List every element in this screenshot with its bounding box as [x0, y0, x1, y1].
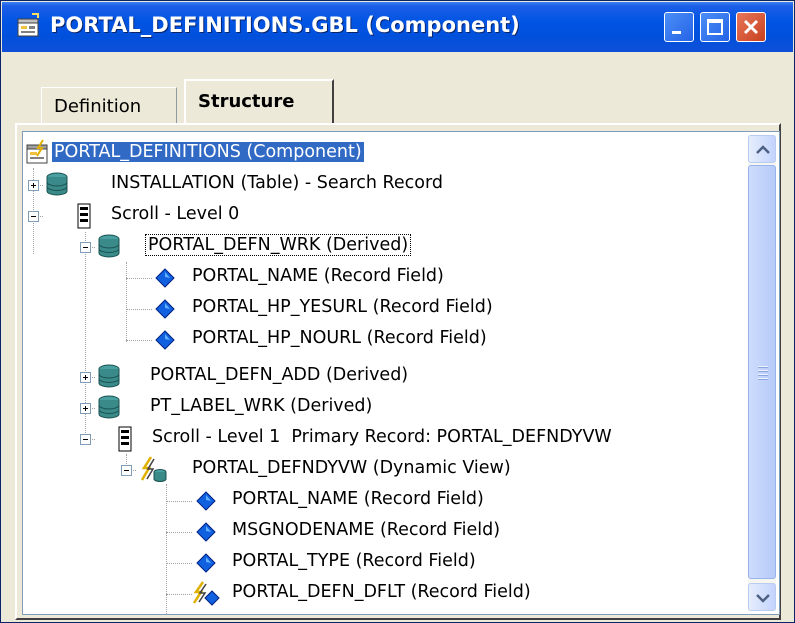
tree-item-label: INSTALLATION (Table) - Search Record: [111, 173, 443, 193]
tree-item-record-field[interactable]: PORTAL_HP_YESURL (Record Field): [23, 294, 563, 324]
derived-record-icon: [98, 364, 120, 388]
tab-definition[interactable]: Definition: [41, 87, 177, 123]
record-field-icon: [155, 268, 175, 288]
scroll-down-button[interactable]: [748, 583, 776, 611]
component-structure-tree[interactable]: PORTAL_DEFINITIONS (Component) INSTALLAT…: [22, 131, 780, 615]
record-field-icon: [196, 522, 216, 542]
tree-item-label: PORTAL_DEFN_WRK (Derived): [144, 234, 412, 256]
window-title: PORTAL_DEFINITIONS.GBL (Component): [50, 13, 520, 37]
tree-item-label: PORTAL_TYPE (Record Field): [232, 551, 476, 571]
tree-item-default-field[interactable]: PORTAL_DEFN_DFLT (Record Field): [23, 579, 603, 609]
collapse-toggle[interactable]: [80, 434, 91, 445]
tree-item-record-field[interactable]: PORTAL_TYPE (Record Field): [23, 548, 583, 578]
close-icon: [743, 19, 759, 35]
tree-item-record-field[interactable]: MSGNODENAME (Record Field): [23, 517, 583, 547]
tree-item-installation[interactable]: INSTALLATION (Table) - Search Record: [23, 170, 523, 200]
tab-structure[interactable]: Structure: [184, 79, 334, 125]
tree-item-label: Scroll - Level 0: [111, 204, 240, 224]
tree-item-label: PORTAL_NAME (Record Field): [232, 489, 484, 509]
tree-item-record-field[interactable]: PORTAL_NAME (Record Field): [23, 263, 523, 293]
tree-item-label: MSGNODENAME (Record Field): [232, 520, 501, 540]
tab-strip: Definition Structure: [1, 53, 794, 125]
record-field-icon: [155, 299, 175, 319]
tree-item-label: PORTAL_DEFN_DFLT (Record Field): [232, 582, 531, 602]
collapse-toggle[interactable]: [121, 465, 132, 476]
tree-item-portal-defn-add[interactable]: PORTAL_DEFN_ADD (Derived): [23, 362, 523, 392]
expand-toggle[interactable]: [80, 403, 91, 414]
close-button[interactable]: [736, 12, 766, 42]
tree-item-label: PORTAL_HP_YESURL (Record Field): [192, 297, 493, 317]
chevron-up-icon: [756, 145, 770, 154]
tree-item-label: PORTAL_HP_NOURL (Record Field): [192, 328, 487, 348]
tree-item-label: Scroll - Level 1 Primary Record: PORTAL_…: [152, 427, 612, 447]
scrollbar-thumb[interactable]: [748, 165, 776, 579]
tree-item-label: PORTAL_DEFN_ADD (Derived): [150, 365, 409, 385]
table-record-icon: [46, 172, 68, 196]
vertical-scrollbar[interactable]: [748, 135, 776, 611]
scroll-level-icon: [118, 426, 132, 452]
record-field-icon: [155, 330, 175, 350]
record-field-icon: [196, 553, 216, 573]
maximize-icon: [707, 19, 723, 35]
tree-item-label: PORTAL_NAME (Record Field): [192, 266, 444, 286]
collapse-toggle[interactable]: [80, 242, 91, 253]
tree-item-record-field[interactable]: PORTAL_NAME (Record Field): [23, 486, 583, 516]
tree-item-pt-label-wrk[interactable]: PT_LABEL_WRK (Derived): [23, 393, 523, 423]
tree-item-label: PT_LABEL_WRK (Derived): [150, 396, 373, 416]
derived-record-icon: [98, 395, 120, 419]
tree-item-scroll-level-1[interactable]: Scroll - Level 1 Primary Record: PORTAL_…: [23, 424, 743, 454]
collapse-toggle[interactable]: [28, 211, 39, 222]
default-field-icon: [192, 581, 220, 606]
derived-record-icon: [98, 234, 120, 258]
scroll-up-button[interactable]: [748, 135, 776, 163]
minimize-icon: [672, 31, 681, 34]
tree-item-record-field[interactable]: PORTAL_HP_NOURL (Record Field): [23, 325, 563, 355]
tree-item-portal-defn-wrk[interactable]: PORTAL_DEFN_WRK (Derived): [23, 232, 523, 262]
tree-item-label: PORTAL_DEFNDYVW (Dynamic View): [192, 458, 511, 478]
component-icon: [26, 139, 48, 164]
expand-toggle[interactable]: [28, 180, 39, 191]
tab-definition-label: Definition: [54, 96, 142, 117]
scroll-level-icon: [77, 203, 91, 229]
tree-item-label: PORTAL_DEFINITIONS (Component): [52, 142, 364, 162]
component-window-icon: [17, 13, 39, 37]
minimize-button[interactable]: [664, 12, 694, 42]
maximize-button[interactable]: [700, 12, 730, 42]
tree-item-portal-defndyvw[interactable]: PORTAL_DEFNDYVW (Dynamic View): [23, 455, 623, 485]
record-field-icon: [196, 491, 216, 511]
tree-item-scroll-level-0[interactable]: Scroll - Level 0: [23, 201, 323, 231]
dynamic-view-icon: [140, 456, 167, 482]
tab-structure-label: Structure: [198, 91, 295, 112]
tree-item-component[interactable]: PORTAL_DEFINITIONS (Component): [23, 139, 453, 169]
chevron-down-icon: [756, 594, 770, 603]
expand-toggle[interactable]: [80, 372, 91, 383]
title-bar[interactable]: PORTAL_DEFINITIONS.GBL (Component): [2, 2, 793, 52]
